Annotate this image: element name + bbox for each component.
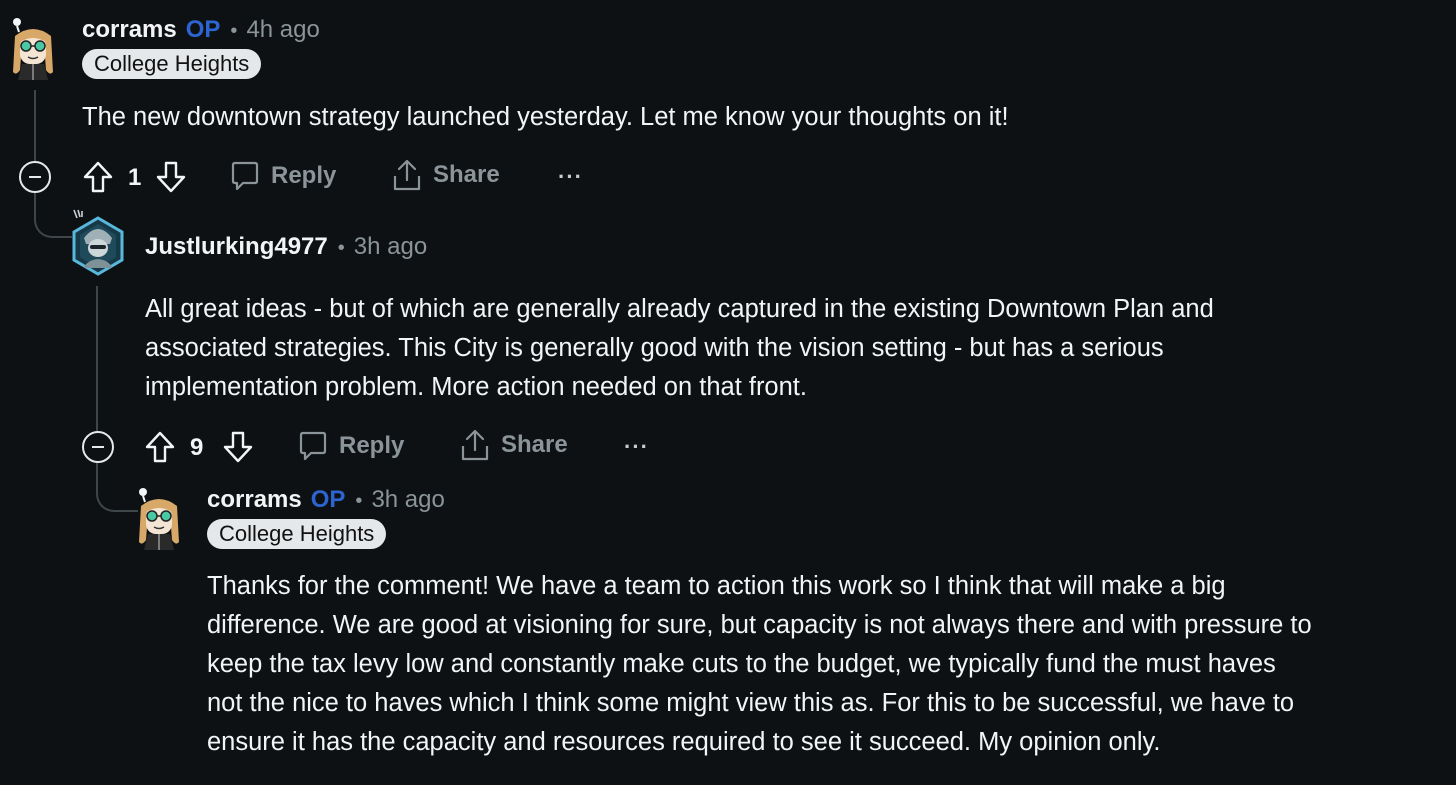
timestamp[interactable]: 3h ago	[371, 486, 444, 514]
separator-dot: •	[355, 490, 363, 512]
thread-line	[34, 90, 36, 162]
reply-button[interactable]: Reply	[229, 160, 336, 192]
thread-line	[96, 286, 98, 432]
timestamp[interactable]: 4h ago	[246, 16, 319, 44]
comment-body: Thanks for the comment! We have a team t…	[207, 572, 1312, 756]
vote-score: 1	[128, 164, 142, 191]
separator-dot: •	[337, 237, 345, 259]
reply-button[interactable]: Reply	[297, 430, 404, 462]
share-icon	[393, 159, 421, 191]
share-icon	[461, 429, 489, 461]
avatar-corrams[interactable]	[132, 484, 186, 550]
share-button[interactable]: Share	[391, 158, 500, 192]
share-label: Share	[433, 161, 500, 188]
downvote-icon[interactable]	[222, 430, 254, 464]
op-badge: OP	[310, 486, 346, 513]
reply-label: Reply	[339, 432, 405, 459]
username[interactable]: corrams	[82, 16, 177, 44]
username[interactable]: corrams	[207, 486, 302, 514]
user-flair: College Heights	[207, 519, 387, 549]
comment-body: The new downtown strategy launched yeste…	[82, 103, 1009, 131]
comment-body: All great ideas - but of which are gener…	[145, 295, 1214, 401]
downvote-icon[interactable]	[155, 160, 187, 194]
username[interactable]: Justlurking4977	[145, 233, 328, 261]
share-button[interactable]: Share	[459, 428, 568, 462]
collapse-icon[interactable]	[82, 431, 114, 463]
more-icon[interactable]: ···	[558, 164, 583, 190]
comment-header: corrams OP • 4h ago	[82, 16, 320, 44]
separator-dot: •	[230, 20, 238, 42]
comment-header: corrams OP • 3h ago	[207, 486, 445, 514]
reply-label: Reply	[271, 162, 337, 189]
reply-icon	[231, 161, 259, 191]
timestamp[interactable]: 3h ago	[354, 233, 427, 261]
collapse-icon[interactable]	[19, 161, 51, 193]
upvote-icon[interactable]	[144, 430, 176, 464]
user-flair: College Heights	[82, 49, 262, 79]
more-icon[interactable]: ···	[624, 434, 649, 460]
share-label: Share	[501, 431, 568, 458]
avatar-justlurking[interactable]	[66, 208, 128, 278]
reply-icon	[299, 431, 327, 461]
comment-header: Justlurking4977 • 3h ago	[145, 233, 427, 261]
vote-score: 9	[190, 434, 204, 461]
op-badge: OP	[185, 16, 221, 43]
upvote-icon[interactable]	[82, 160, 114, 194]
avatar-corrams[interactable]	[6, 14, 60, 80]
